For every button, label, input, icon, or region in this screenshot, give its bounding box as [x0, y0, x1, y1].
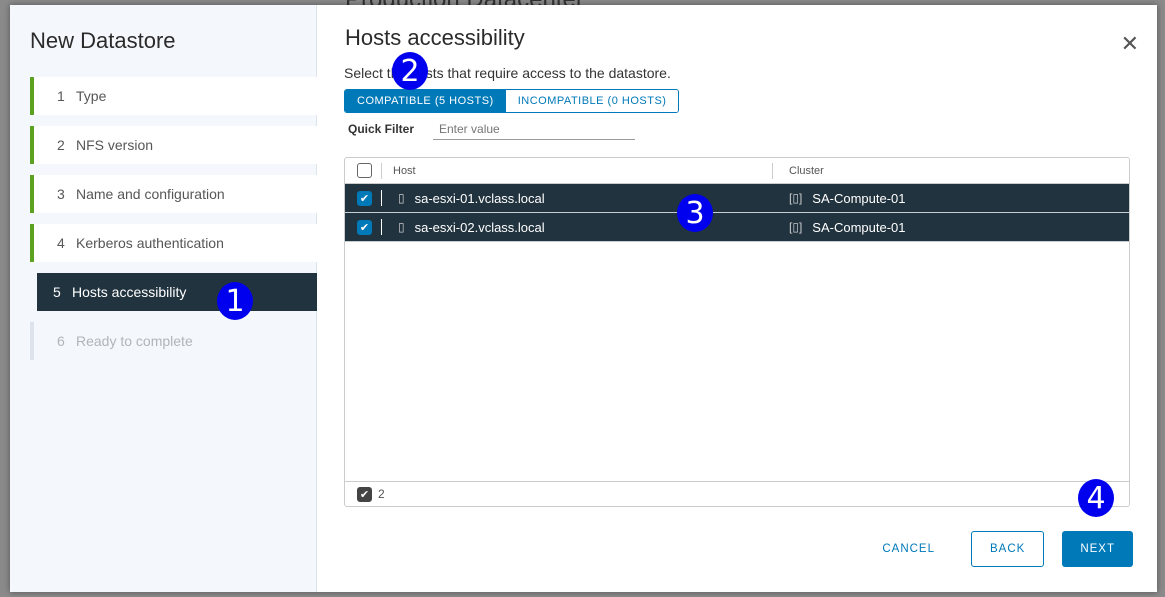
wizard-title: New Datastore [30, 28, 176, 53]
cluster-name: SA-Compute-01 [812, 190, 906, 206]
quick-filter-label: Quick Filter [348, 122, 415, 136]
annotation-badge: 1 [217, 282, 253, 320]
step-label: Kerberos authentication [76, 235, 224, 251]
wizard-sidebar: New Datastore 1 Type 2 NFS version 3 Name a… [10, 5, 317, 592]
step-number: 1 [57, 88, 65, 104]
row-checkbox[interactable]: ✔ [357, 219, 372, 235]
cluster-icon: [▯] [789, 220, 803, 234]
step-kerberos[interactable]: 4 Kerberos authentication [30, 224, 317, 262]
grid-footer: ✔ 2 [345, 481, 1129, 506]
annotation-badge: 3 [677, 194, 713, 232]
step-label: NFS version [76, 137, 154, 153]
next-button[interactable]: NEXT [1062, 531, 1133, 567]
column-host[interactable]: Host [382, 165, 772, 177]
column-cluster[interactable]: Cluster [772, 162, 824, 179]
step-label: Ready to complete [76, 333, 193, 349]
cancel-button[interactable]: CANCEL [864, 531, 953, 567]
step-type[interactable]: 1 Type [30, 77, 317, 115]
tab-compatible[interactable]: COMPATIBLE (5 HOSTS) [345, 90, 506, 112]
row-checkbox[interactable]: ✔ [357, 190, 372, 206]
table-row[interactable]: ✔ ▯ sa-esxi-01.vclass.local [▯] SA-Compute… [345, 184, 1129, 213]
step-label: Type [76, 88, 107, 104]
annotation-badge: 4 [1078, 479, 1114, 517]
new-datastore-dialog: New Datastore 1 Type 2 NFS version 3 Name a… [10, 5, 1157, 592]
selected-count-checkbox[interactable]: ✔ [357, 486, 372, 502]
cluster-name: SA-Compute-01 [812, 219, 906, 235]
step-hosts-accessibility[interactable]: 5 Hosts accessibility [37, 273, 317, 311]
step-name-configuration[interactable]: 3 Name and configuration [30, 175, 317, 213]
step-label: Hosts accessibility [72, 284, 187, 300]
wizard-content: Hosts accessibility ✕ Select the hosts t… [317, 5, 1157, 592]
step-number: 5 [53, 284, 61, 300]
host-server-icon: ▯ [398, 220, 405, 234]
tab-incompatible[interactable]: INCOMPATIBLE (0 HOSTS) [505, 90, 679, 112]
page-title: Hosts accessibility [345, 25, 525, 50]
table-row[interactable]: ✔ ▯ sa-esxi-02.vclass.local [▯] SA-Compute… [345, 213, 1129, 242]
host-compat-toggle: COMPATIBLE (5 HOSTS) INCOMPATIBLE (0 HOS… [344, 89, 680, 113]
step-nfs-version[interactable]: 2 NFS version [30, 126, 317, 164]
step-number: 3 [57, 186, 65, 202]
selected-count: 2 [378, 487, 385, 501]
step-number: 4 [57, 235, 65, 251]
grid-header: Host Cluster [345, 158, 1129, 184]
step-number: 6 [57, 333, 65, 349]
select-all-checkbox[interactable] [357, 163, 372, 178]
step-number: 2 [57, 137, 65, 153]
step-ready-to-complete: 6 Ready to complete [30, 322, 317, 360]
step-label: Name and configuration [76, 186, 225, 202]
quick-filter-input[interactable] [433, 119, 635, 140]
wizard-buttons: CANCEL BACK NEXT [864, 531, 1133, 567]
host-name: sa-esxi-02.vclass.local [414, 219, 545, 235]
host-name: sa-esxi-01.vclass.local [414, 190, 545, 206]
close-icon[interactable]: ✕ [1121, 31, 1139, 57]
back-button[interactable]: BACK [971, 531, 1045, 567]
hosts-grid: Host Cluster ✔ ▯ sa-esxi-01.vclass.local … [344, 157, 1130, 507]
annotation-badge: 2 [392, 52, 428, 90]
cluster-icon: [▯] [789, 191, 803, 205]
wizard-steps: 1 Type 2 NFS version 3 Name and configurati… [30, 77, 317, 371]
host-server-icon: ▯ [398, 191, 405, 205]
